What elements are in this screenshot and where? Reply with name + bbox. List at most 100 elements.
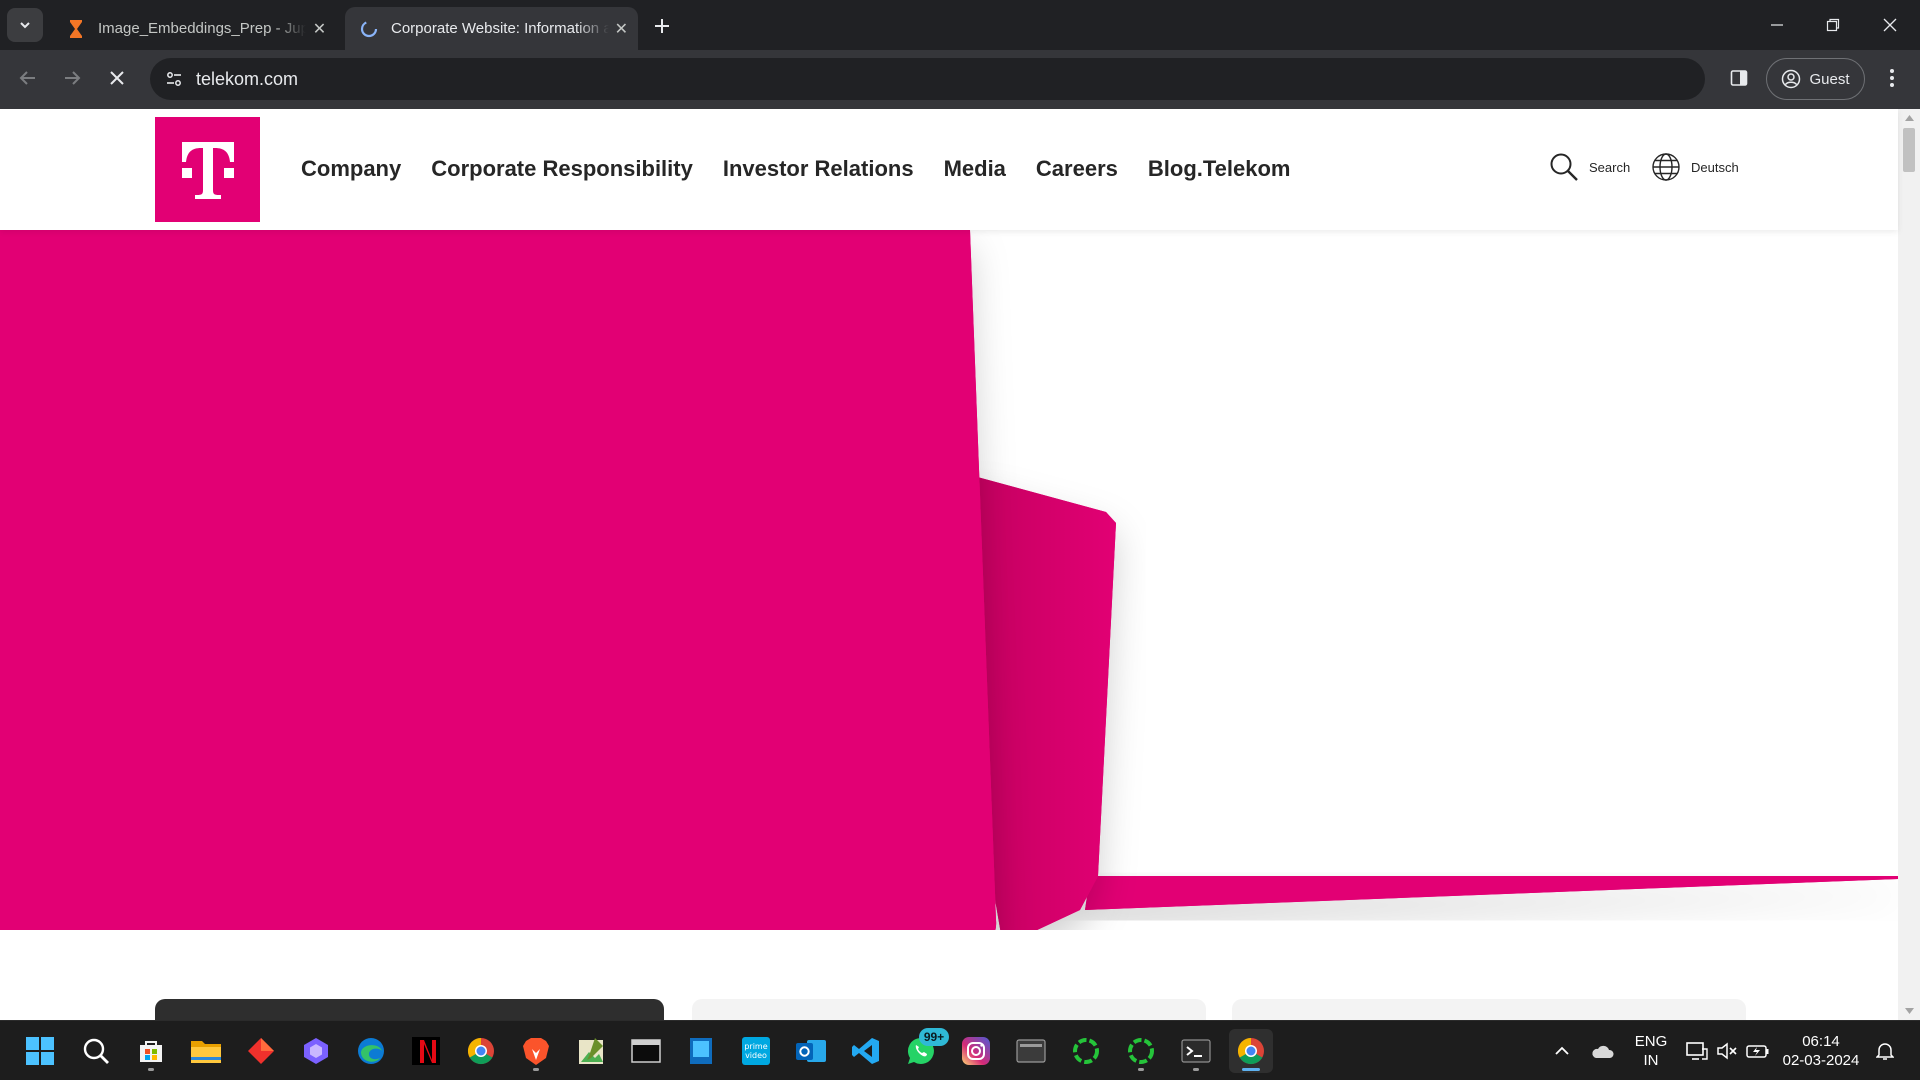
nav-company[interactable]: Company (301, 156, 401, 182)
clock-time: 06:14 (1802, 1033, 1840, 1050)
clock-date: 02-03-2024 (1782, 1052, 1860, 1069)
terminal-window-button[interactable] (624, 1029, 668, 1073)
search-button[interactable]: Search (1549, 152, 1630, 182)
file-explorer-button[interactable] (184, 1029, 228, 1073)
teaser-card[interactable] (1232, 999, 1746, 1020)
stop-loading-button[interactable] (99, 60, 135, 96)
green-ring-icon (1073, 1038, 1099, 1064)
edge-icon (358, 1038, 384, 1064)
teaser-card[interactable] (692, 999, 1206, 1020)
language-switch[interactable]: Deutsch (1651, 152, 1739, 182)
notifications-button[interactable] (1872, 1021, 1898, 1080)
site-info-icon[interactable] (159, 64, 189, 94)
close-icon[interactable]: ✕ (615, 18, 628, 40)
close-icon (110, 71, 124, 85)
taskbar-search-button[interactable] (74, 1029, 118, 1073)
tab-telekom[interactable]: Corporate Website: Information about Deu… (345, 7, 638, 50)
close-icon (1883, 18, 1897, 32)
side-panel-button[interactable] (1721, 60, 1757, 96)
scroll-down-arrow-icon[interactable] (1898, 1002, 1920, 1020)
show-hidden-icons-button[interactable] (1548, 1021, 1576, 1080)
forward-button[interactable] (54, 60, 90, 96)
browser-menu-button[interactable] (1876, 60, 1908, 96)
url-text[interactable]: telekom.com (196, 69, 298, 90)
telekom-t-logo-icon (181, 141, 234, 199)
teaser-card[interactable] (155, 999, 664, 1020)
windows-app-button[interactable] (679, 1029, 723, 1073)
whatsapp-button[interactable]: 99+ (899, 1028, 949, 1073)
windows-terminal-button[interactable] (1174, 1029, 1218, 1073)
bell-icon (1876, 1043, 1894, 1060)
vscode-icon (852, 1038, 879, 1064)
vscode-button[interactable] (844, 1029, 888, 1073)
scrollbar-thumb[interactable] (1903, 128, 1915, 172)
clock[interactable]: 06:14 02-03-2024 (1780, 1021, 1862, 1080)
netflix-icon (412, 1037, 440, 1065)
telekom-logo[interactable] (155, 117, 260, 222)
brave-lion-icon (523, 1038, 549, 1065)
brave-button[interactable] (514, 1029, 558, 1073)
arrow-right-icon (65, 71, 81, 85)
red-app-button[interactable] (239, 1029, 283, 1073)
search-label: Search (1589, 159, 1631, 175)
new-tab-button[interactable] (648, 12, 676, 40)
loader-app-button[interactable] (1119, 1029, 1163, 1073)
green-ring-icon (1128, 1038, 1154, 1064)
search-icon (83, 1038, 109, 1064)
account-icon (1782, 69, 1801, 89)
netflix-button[interactable] (404, 1029, 448, 1073)
hourglass-icon (66, 19, 86, 39)
restore-icon (1826, 18, 1840, 32)
chrome-active-button[interactable] (1229, 1029, 1273, 1073)
outlook-icon (796, 1040, 826, 1062)
profile-button[interactable]: Guest (1766, 58, 1865, 100)
address-bar[interactable]: telekom.com (150, 58, 1705, 100)
loading-spinner-icon (359, 19, 379, 39)
prime-video-button[interactable]: prime video (734, 1029, 778, 1073)
input-language-indicator[interactable]: ENG IN (1627, 1021, 1675, 1080)
image-editor-button[interactable] (569, 1029, 613, 1073)
windows-logo-icon (26, 1037, 54, 1065)
page-viewport: Company Corporate Responsibility Investo… (0, 109, 1920, 1020)
nav-blog-telekom[interactable]: Blog.Telekom (1148, 156, 1291, 182)
nav-media[interactable]: Media (944, 156, 1006, 182)
main-navigation: Company Corporate Responsibility Investo… (301, 156, 1291, 182)
back-button[interactable] (10, 60, 46, 96)
minimize-button[interactable] (1749, 0, 1805, 50)
browser-toolbar: telekom.com Guest (0, 50, 1920, 109)
region-code: IN (1643, 1052, 1659, 1069)
battery-charging-icon (1746, 1045, 1769, 1058)
globe-icon (1652, 153, 1680, 181)
onedrive-button[interactable] (1587, 1021, 1617, 1080)
close-window-button[interactable] (1862, 0, 1918, 50)
hero-banner (0, 230, 1898, 988)
battery-button[interactable] (1744, 1021, 1772, 1080)
search-icon (1550, 153, 1578, 181)
page-scrollbar[interactable] (1898, 109, 1920, 1020)
language-code: ENG (1634, 1033, 1668, 1050)
nav-investor-relations[interactable]: Investor Relations (723, 156, 914, 182)
nav-corporate-responsibility[interactable]: Corporate Responsibility (431, 156, 693, 182)
loader-app-button[interactable] (1064, 1029, 1108, 1073)
microsoft-store-button[interactable] (129, 1029, 173, 1073)
scroll-up-arrow-icon[interactable] (1898, 109, 1920, 127)
copilot-button[interactable] (294, 1029, 338, 1073)
volume-button[interactable] (1714, 1021, 1740, 1080)
outlook-button[interactable] (789, 1029, 833, 1073)
edge-button[interactable] (349, 1029, 393, 1073)
arrow-left-icon (19, 71, 35, 85)
tab-search-button[interactable] (7, 8, 43, 42)
chrome-button[interactable] (459, 1029, 503, 1073)
chrome-icon (467, 1037, 494, 1065)
magenta-fold-graphic (0, 230, 1898, 988)
close-icon[interactable]: ✕ (312, 18, 327, 40)
media-player-button[interactable] (1009, 1029, 1053, 1073)
svg-text:video: video (745, 1051, 767, 1060)
side-panel-icon (1730, 70, 1748, 86)
start-button[interactable] (18, 1029, 62, 1073)
tab-jupyter[interactable]: Image_Embeddings_Prep - Jupyter Notebook… (52, 7, 337, 50)
nav-careers[interactable]: Careers (1036, 156, 1118, 182)
instagram-button[interactable] (954, 1029, 998, 1073)
restore-button[interactable] (1805, 0, 1861, 50)
network-button[interactable] (1684, 1021, 1710, 1080)
